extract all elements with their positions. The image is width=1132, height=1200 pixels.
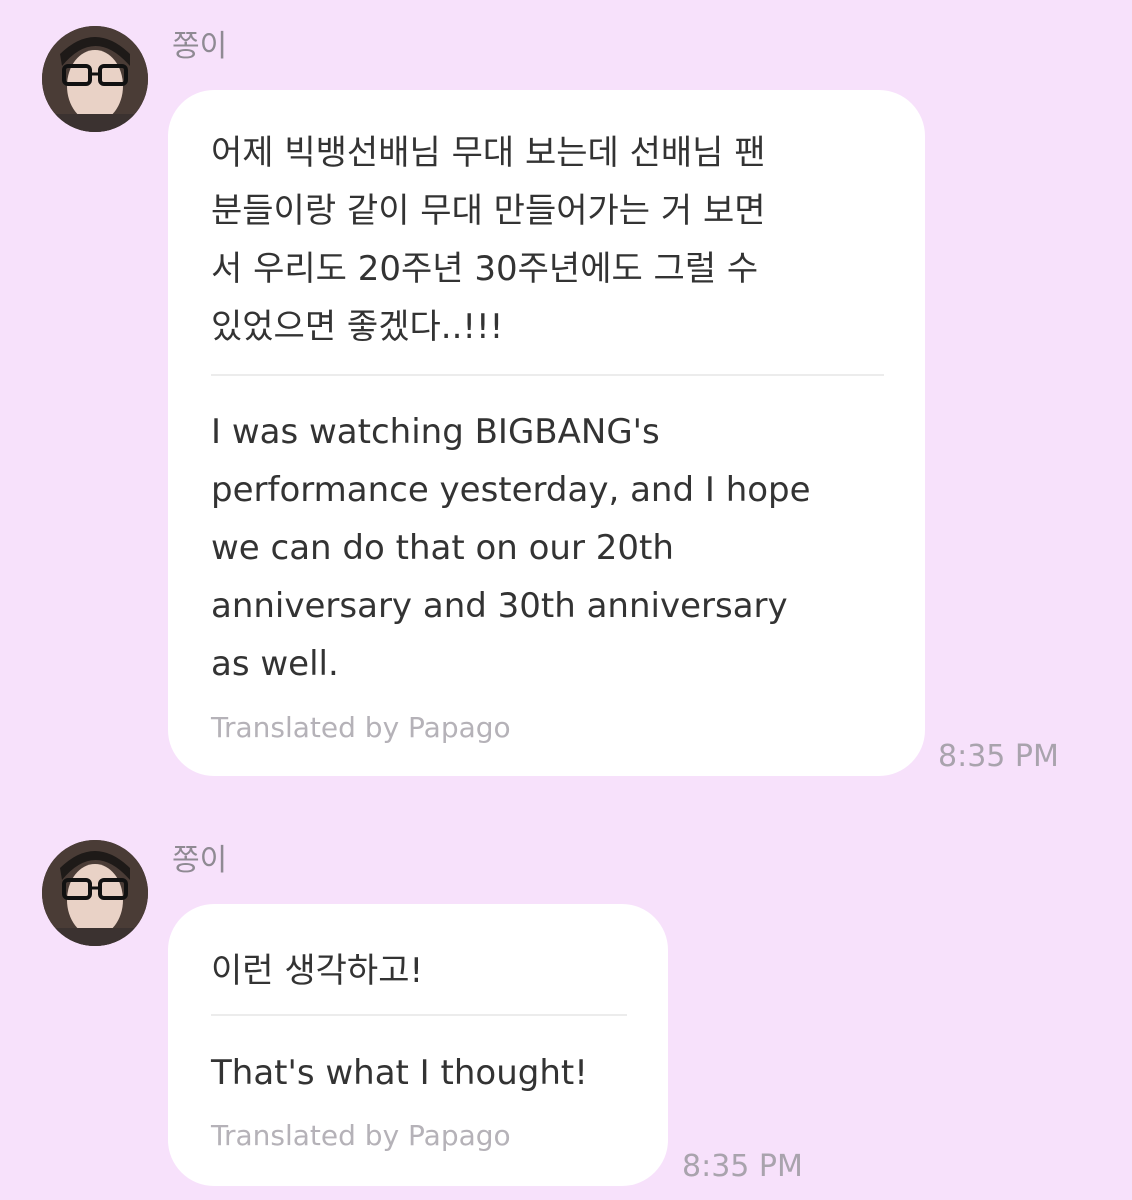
korean-message-line: 분들이랑 같이 무대 만들어가는 거 보면 [211,191,766,231]
korean-message-line: 이런 생각하고! [211,951,424,991]
english-translation-line: performance yesterday, and I hope [211,470,811,510]
translated-by-label: Translated by Papago [211,711,511,744]
english-translation-line: we can do that on our 20th [211,528,674,568]
korean-message-line: 어제 빅뱅선배님 무대 보는데 선배님 팬 [211,133,766,173]
korean-message-line: 서 우리도 20주년 30주년에도 그럴 수 [211,249,759,289]
sender-avatar[interactable] [42,26,148,132]
sender-avatar[interactable] [42,840,148,946]
korean-message-line: 있었으면 좋겠다..!!! [211,307,504,347]
message-bubble[interactable]: 이런 생각하고! That's what I thought! Translat… [168,904,668,1186]
avatar-portrait-icon [42,26,148,132]
english-translation-line: as well. [211,644,339,684]
message-timestamp: 8:35 PM [682,1149,803,1184]
avatar-portrait-icon [42,840,148,946]
english-translation-line: I was watching BIGBANG's [211,412,660,452]
english-translation-line: That's what I thought! [211,1053,588,1093]
translated-by-label: Translated by Papago [211,1119,511,1152]
sender-name: 쫑이 [172,843,228,878]
message-bubble[interactable]: 어제 빅뱅선배님 무대 보는데 선배님 팬 분들이랑 같이 무대 만들어가는 거… [168,90,925,776]
english-translation-line: anniversary and 30th anniversary [211,586,788,626]
translation-divider [211,374,884,376]
translation-divider [211,1014,627,1016]
sender-name: 쫑이 [172,29,228,64]
message-timestamp: 8:35 PM [938,739,1059,774]
